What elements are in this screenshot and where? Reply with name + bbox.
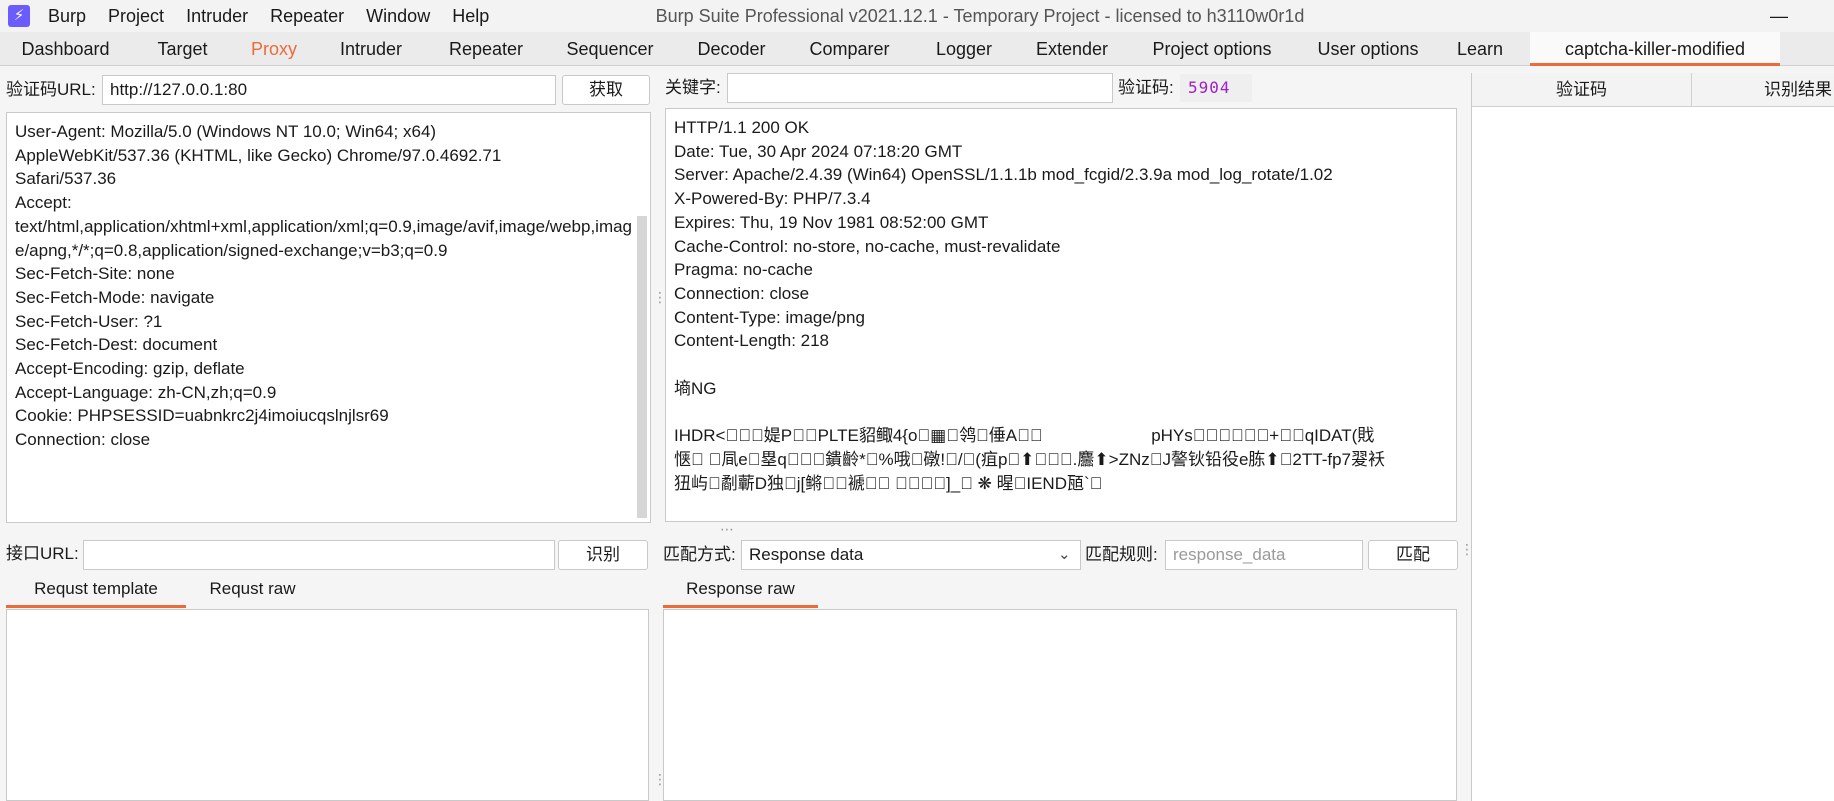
menu-intruder[interactable]: Intruder [186,0,248,32]
response-raw-editor[interactable] [663,609,1457,801]
tab-response-raw[interactable]: Response raw [663,574,818,608]
tab-extender[interactable]: Extender [1026,32,1118,66]
tab-project-options[interactable]: Project options [1138,32,1286,66]
captcha-request-text: User-Agent: Mozilla/5.0 (Windows NT 10.0… [15,122,633,450]
burp-logo-icon: ⚡ [8,5,30,27]
fetch-button[interactable]: 获取 [562,75,650,105]
match-rule-input[interactable]: response_data [1165,540,1363,570]
chevron-down-icon[interactable]: ⌄ [1058,540,1078,570]
match-mode-label: 匹配方式: [663,545,736,564]
keyword-input[interactable] [727,73,1113,103]
menu-project[interactable]: Project [108,0,164,32]
right-splitter-grip[interactable]: ⋮ [1460,542,1474,556]
match-button[interactable]: 匹配 [1368,540,1458,570]
captcha-url-input[interactable]: http://127.0.0.1:80 [102,75,556,105]
tab-captcha-killer-modified[interactable]: captcha-killer-modified [1530,32,1780,66]
request-template-editor[interactable] [6,609,649,801]
match-mode-select[interactable]: Response data [741,540,1081,570]
captcha-request-editor[interactable]: User-Agent: Mozilla/5.0 (Windows NT 10.0… [6,112,651,523]
tab-sequencer[interactable]: Sequencer [556,32,664,66]
api-url-label: 接口URL: [6,544,79,563]
window-title: Burp Suite Professional v2021.12.1 - Tem… [655,6,1305,26]
menu-repeater[interactable]: Repeater [270,0,344,32]
menu-burp[interactable]: Burp [48,0,86,32]
tab-comparer[interactable]: Comparer [799,32,900,66]
captcha-value: 5904 [1188,78,1231,97]
menu-window[interactable]: Window [366,0,430,32]
captcha-label: 验证码: [1118,78,1174,97]
tab-request-raw[interactable]: Requst raw [190,574,315,608]
request-scrollbar[interactable] [637,216,647,518]
match-mode-value: Response data [749,545,864,564]
tab-logger[interactable]: Logger [920,32,1008,66]
minimize-icon[interactable]: — [1770,0,1788,32]
recognize-button[interactable]: 识别 [558,540,648,570]
horizontal-splitter-grip[interactable]: ⋯ [720,522,740,536]
tab-learn[interactable]: Learn [1450,32,1510,66]
keyword-label: 关键字: [665,78,721,97]
tab-request-template[interactable]: Requst template [6,574,186,608]
api-url-input[interactable] [83,540,555,570]
result-table [1471,73,1834,801]
vertical-splitter-grip[interactable]: ⋮ [653,290,667,304]
column-header-captcha[interactable]: 验证码 [1472,73,1692,107]
tab-repeater[interactable]: Repeater [436,32,536,66]
column-header-result[interactable]: 识别结果 [1692,73,1834,107]
tab-dashboard[interactable]: Dashboard [8,32,123,66]
captcha-response-editor[interactable]: HTTP/1.1 200 OK Date: Tue, 30 Apr 2024 0… [665,108,1457,522]
menu-bar: Burp Project Intruder Repeater Window He… [48,0,511,32]
tab-decoder[interactable]: Decoder [684,32,779,66]
match-rule-label: 匹配规则: [1085,545,1158,564]
menu-help[interactable]: Help [452,0,489,32]
captcha-response-text: HTTP/1.1 200 OK Date: Tue, 30 Apr 2024 0… [674,118,1386,493]
tab-target[interactable]: Target [140,32,225,66]
captcha-value-box: 5904 [1180,74,1252,102]
tab-proxy[interactable]: Proxy [240,32,308,66]
captcha-url-label: 验证码URL: [6,80,96,99]
lower-splitter-grip[interactable]: ⋮ [653,772,667,786]
tab-user-options[interactable]: User options [1306,32,1430,66]
tab-intruder[interactable]: Intruder [326,32,416,66]
